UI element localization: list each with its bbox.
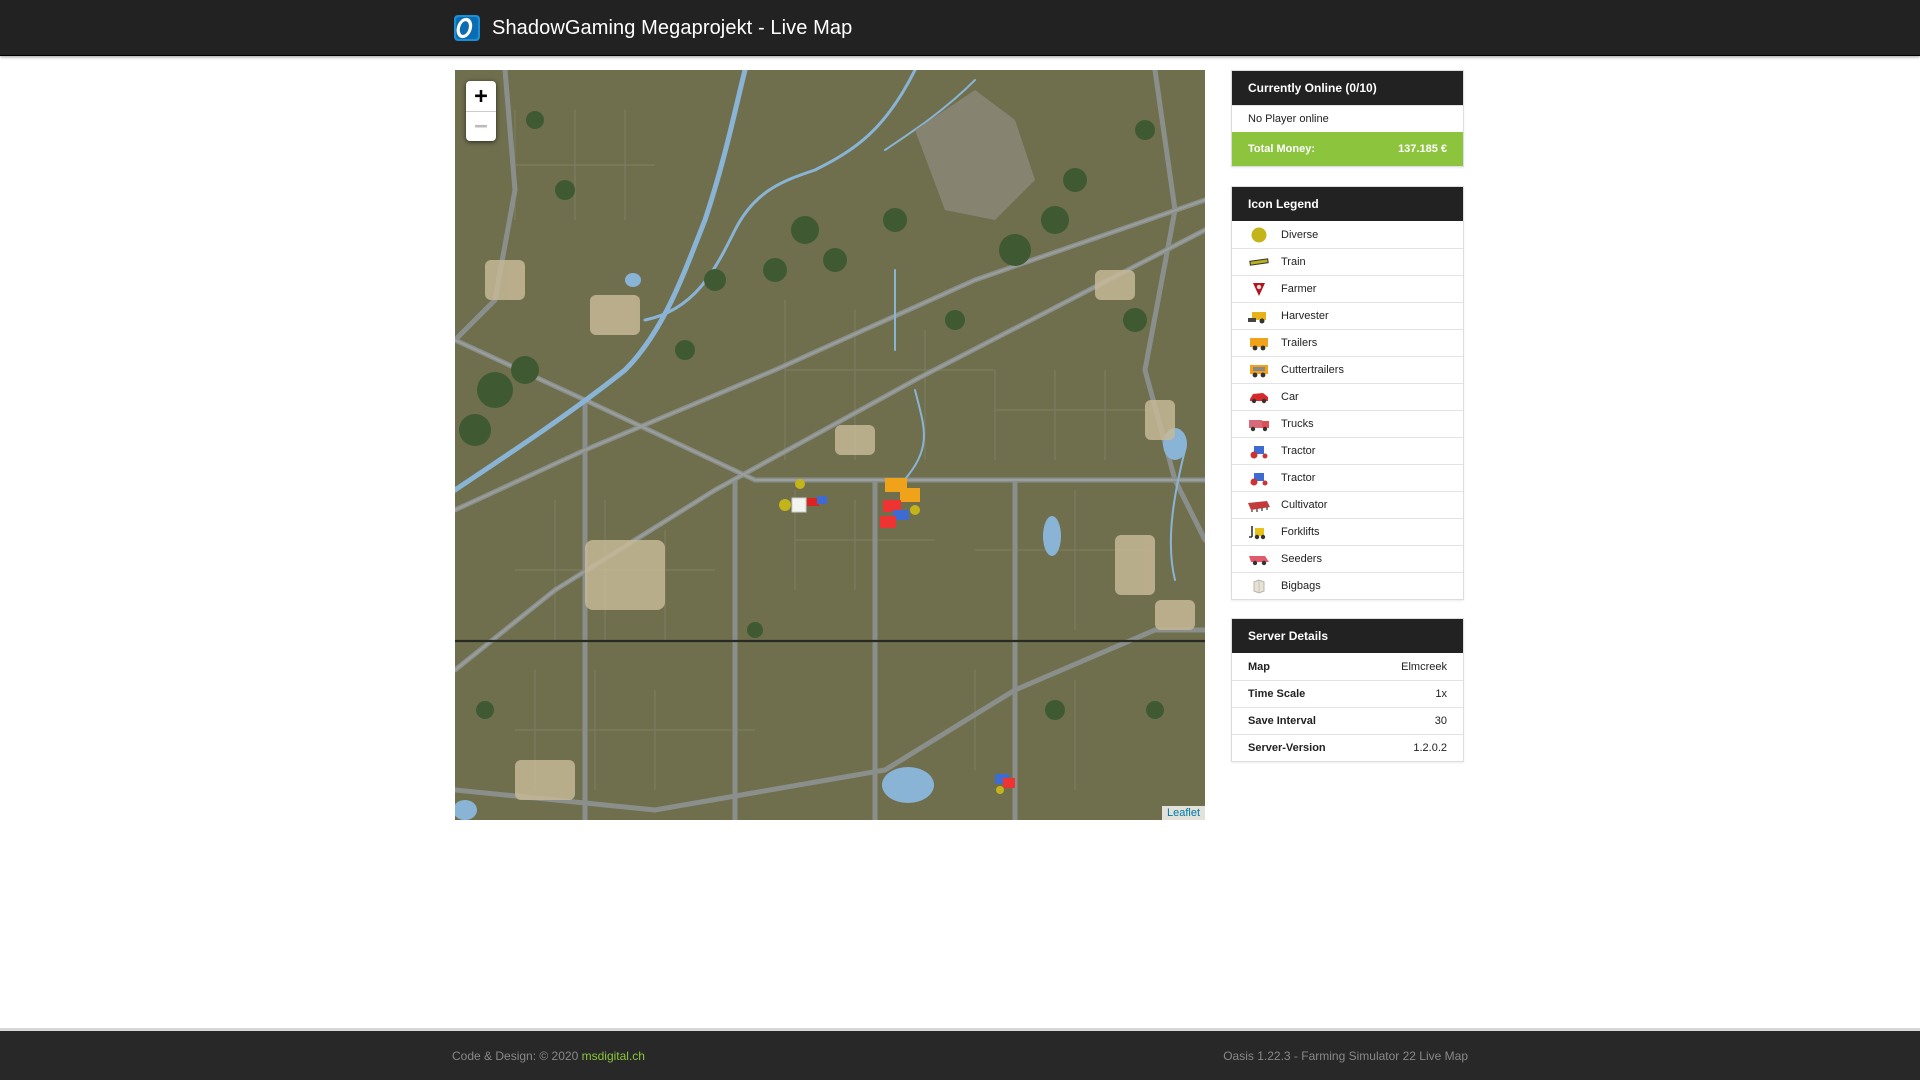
- zoom-in-button[interactable]: +: [466, 81, 496, 111]
- server-detail-row: Time Scale 1x: [1232, 680, 1463, 707]
- zoom-out-button[interactable]: −: [466, 111, 496, 141]
- legend-item: Tractor: [1232, 464, 1463, 491]
- server-detail-row: Save Interval 30: [1232, 707, 1463, 734]
- total-money-value: 137.185 €: [1398, 143, 1447, 155]
- live-map[interactable]: + − Leaflet: [455, 70, 1205, 820]
- server-details-title: Server Details: [1232, 619, 1463, 653]
- legend-item: Bigbags: [1232, 572, 1463, 599]
- total-money-label: Total Money:: [1248, 143, 1316, 155]
- diverse-icon: [1247, 226, 1271, 244]
- legend-item: Harvester: [1232, 302, 1463, 329]
- server-detail-row: Server-Version 1.2.0.2: [1232, 734, 1463, 761]
- tractor-icon: [1247, 442, 1271, 460]
- online-status: No Player online: [1232, 105, 1463, 132]
- legend-item: Trucks: [1232, 410, 1463, 437]
- truck-icon: [1247, 415, 1271, 433]
- legend-item: Diverse: [1232, 221, 1463, 248]
- seeder-icon: [1247, 550, 1271, 568]
- footer: Code & Design: © 2020 msdigital.ch Oasis…: [0, 1028, 1920, 1080]
- map-terrain[interactable]: [455, 70, 1205, 820]
- zoom-control: + −: [466, 81, 496, 141]
- legend-item: Seeders: [1232, 545, 1463, 572]
- brand[interactable]: ShadowGaming Megaprojekt - Live Map: [452, 12, 852, 44]
- top-navbar: ShadowGaming Megaprojekt - Live Map: [0, 0, 1920, 56]
- leaflet-attribution-link[interactable]: Leaflet: [1161, 806, 1205, 820]
- online-panel-title: Currently Online (0/10): [1232, 71, 1463, 105]
- trailer-icon: [1247, 334, 1271, 352]
- msdigital-link[interactable]: msdigital.ch: [582, 1049, 645, 1063]
- legend-item: Car: [1232, 383, 1463, 410]
- forklift-icon: [1247, 523, 1271, 541]
- legend-title: Icon Legend: [1232, 187, 1463, 221]
- legend-item: Forklifts: [1232, 518, 1463, 545]
- oasis-logo-icon: [454, 15, 480, 41]
- harvester-icon: [1247, 307, 1271, 325]
- total-money-row: Total Money: 137.185 €: [1232, 132, 1463, 166]
- server-detail-row: Map Elmcreek: [1248, 660, 1447, 673]
- legend-item: Cultivator: [1232, 491, 1463, 518]
- farmer-icon: [1247, 280, 1271, 298]
- legend-item: Trailers: [1232, 329, 1463, 356]
- page-title: ShadowGaming Megaprojekt - Live Map: [492, 16, 853, 39]
- online-panel: Currently Online (0/10) No Player online…: [1231, 70, 1464, 167]
- server-details-panel: Server Details Map Elmcreek Time Scale 1…: [1231, 618, 1464, 762]
- icon-legend-panel: Icon Legend Diverse Train Farmer Harvest…: [1231, 186, 1464, 600]
- legend-item: Train: [1232, 248, 1463, 275]
- bigbag-icon: [1247, 577, 1271, 595]
- train-icon: [1247, 253, 1271, 271]
- legend-item: Cuttertrailers: [1232, 356, 1463, 383]
- car-icon: [1247, 388, 1271, 406]
- cuttertrailer-icon: [1247, 361, 1271, 379]
- legend-item: Farmer: [1232, 275, 1463, 302]
- cultivator-icon: [1247, 496, 1271, 514]
- footer-version: Oasis 1.22.3 - Farming Simulator 22 Live…: [1223, 1049, 1468, 1063]
- footer-credits: Code & Design: © 2020 msdigital.ch: [452, 1049, 645, 1063]
- legend-item: Tractor: [1232, 437, 1463, 464]
- tractor-icon: [1247, 469, 1271, 487]
